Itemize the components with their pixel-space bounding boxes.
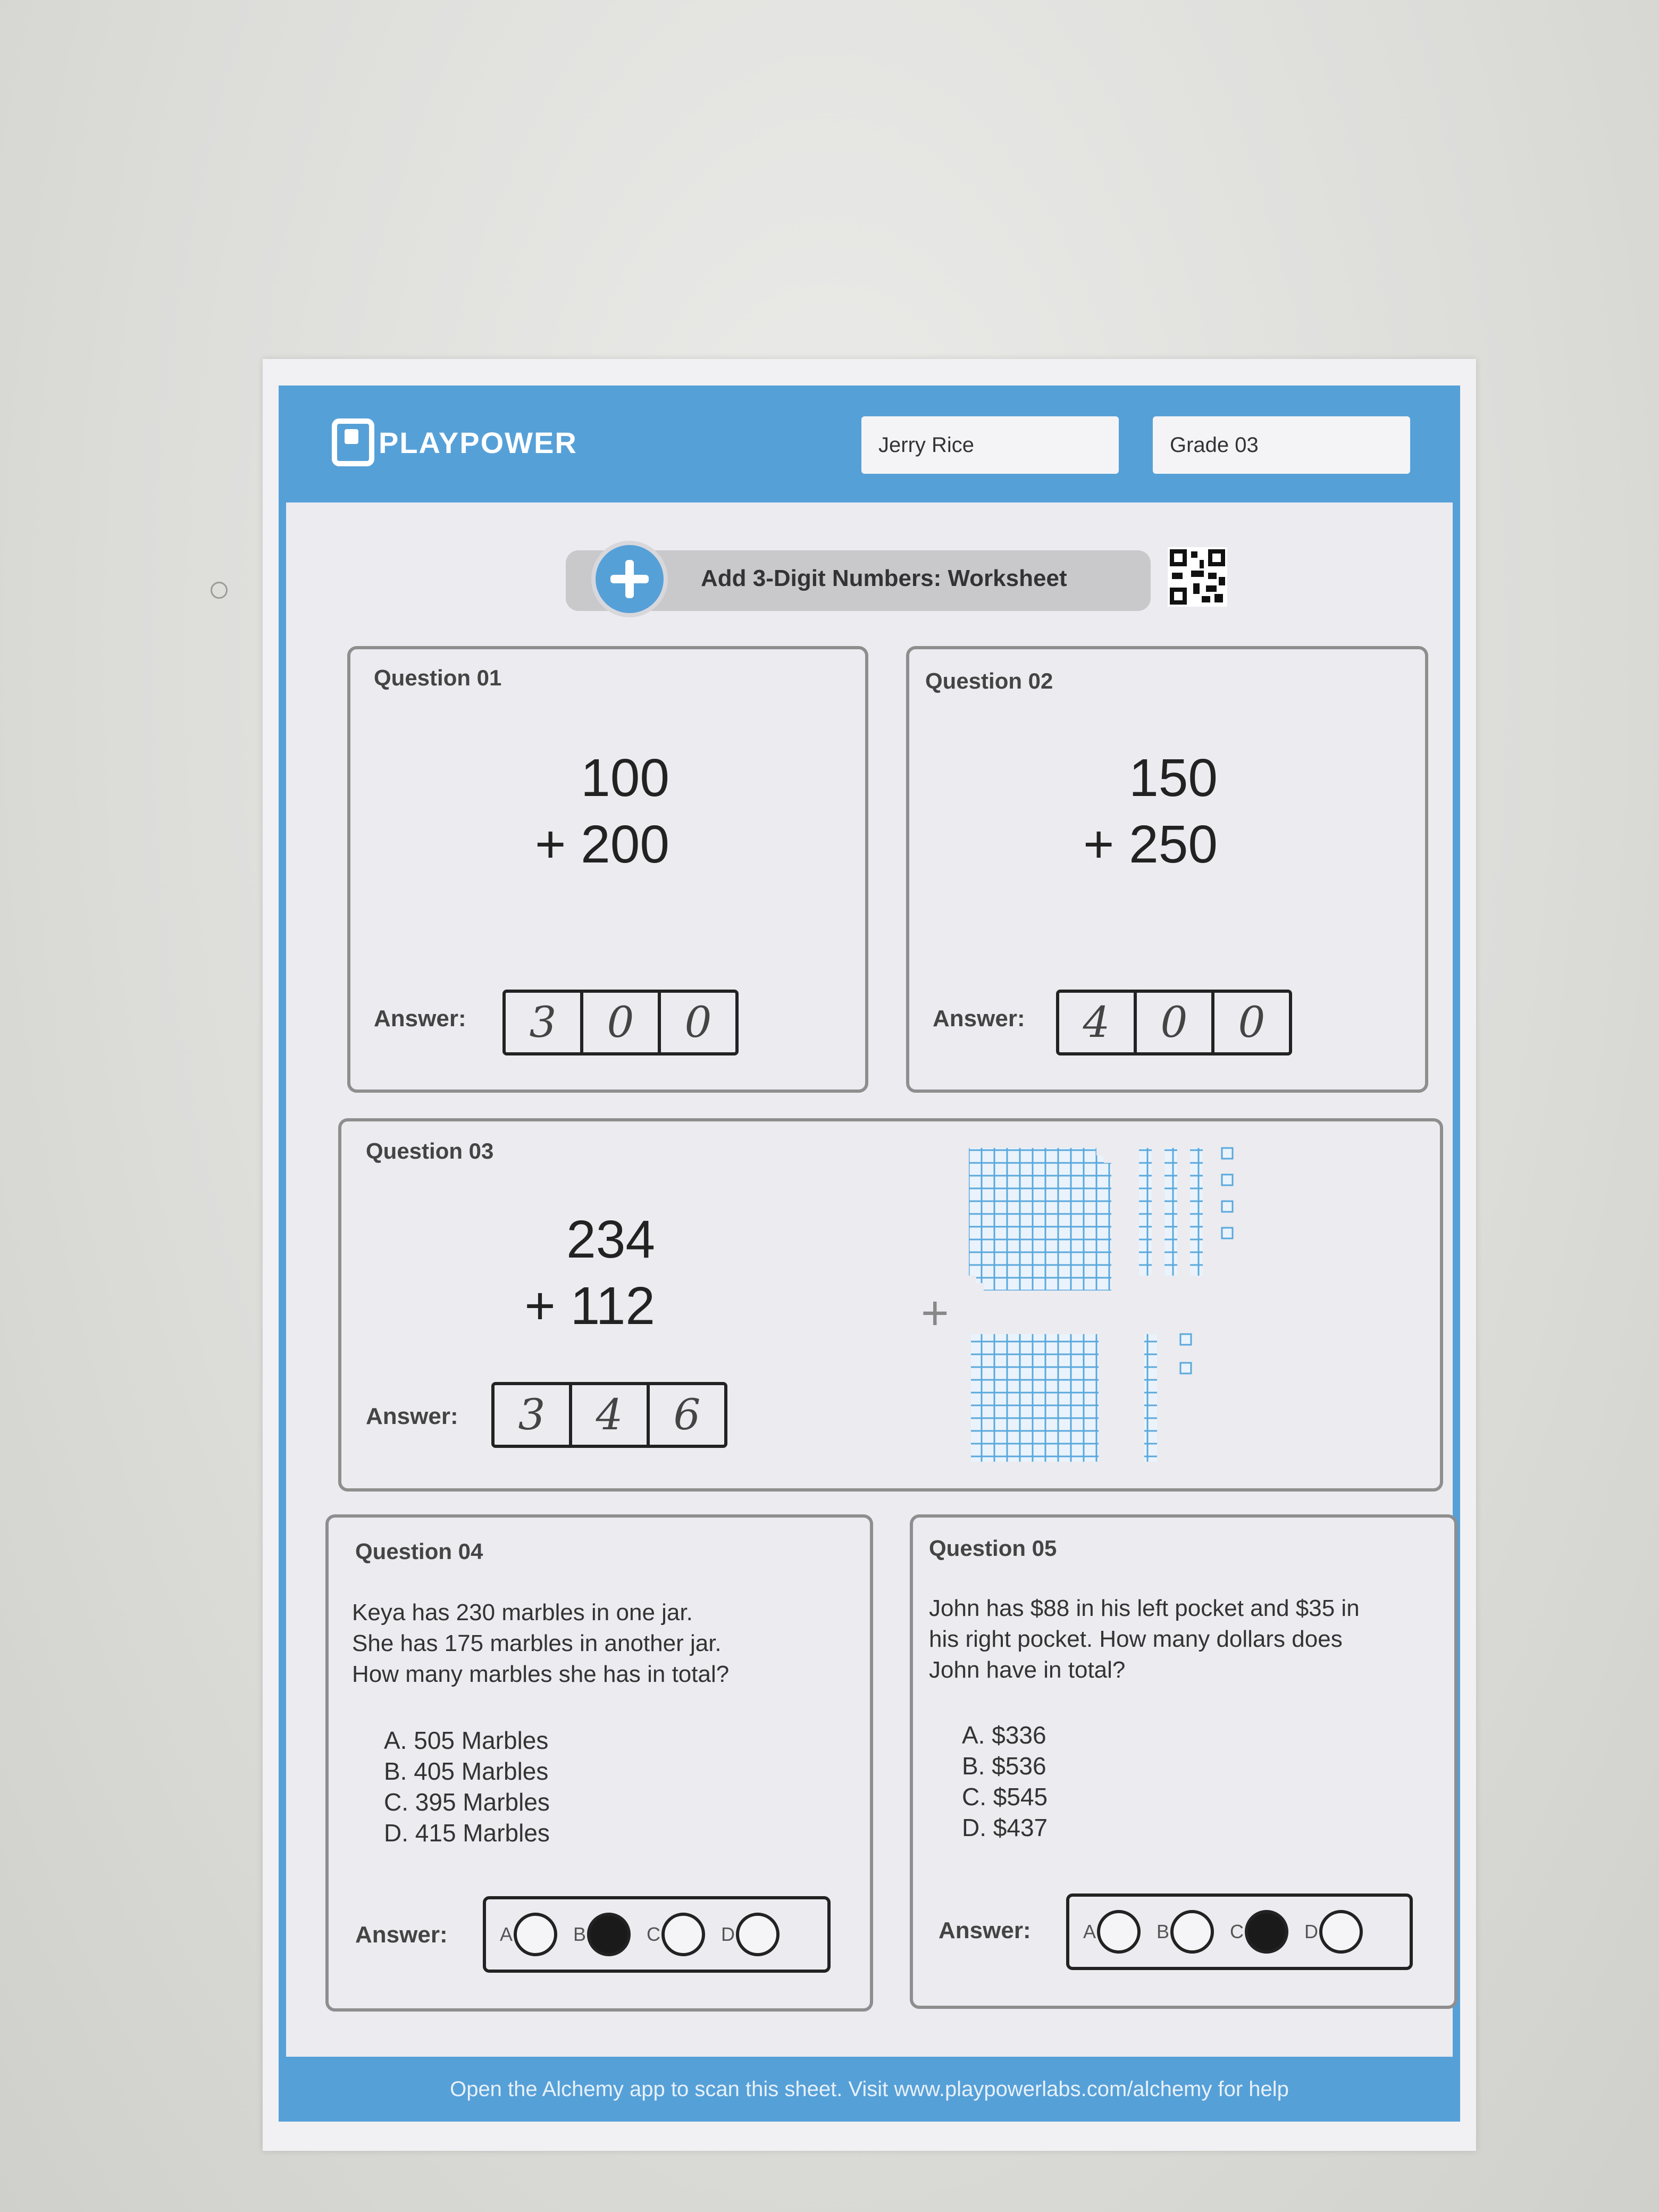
one-unit [1179,1362,1192,1375]
base-ten-blocks-illustration [969,1147,1234,1462]
worksheet-title: Add 3-Digit Numbers: Worksheet [701,565,1067,591]
answer-digit[interactable]: 4 [1059,993,1137,1052]
option-b: B. 405 Marbles [384,1757,549,1785]
option-c: C. 395 Marbles [384,1788,550,1816]
prompt-line: John has $88 in his left pocket and $35 … [929,1595,1360,1621]
option-c: C. $545 [962,1783,1048,1811]
bubble-circle[interactable] [661,1913,706,1956]
logo: PLAYPOWER [332,418,577,466]
question-05-prompt: John has $88 in his left pocket and $35 … [929,1593,1360,1686]
question-05-options: A. $336 B. $536 C. $545 D. $437 [962,1720,1048,1843]
question-04-answer-bubbles[interactable]: A B C D [483,1896,831,1973]
ten-rod [1164,1148,1177,1276]
bubble-a[interactable]: A [500,1913,558,1956]
hundred-flat [971,1334,1099,1462]
bubble-circle[interactable] [736,1913,780,1956]
answer-digit[interactable]: 3 [506,993,583,1052]
logo-text: PLAYPOWER [379,425,577,459]
question-02-box: Question 02 150 + 250 Answer: 4 0 0 [906,646,1428,1093]
question-03-box: Question 03 234 + 112 Answer: 3 4 6 + [338,1118,1443,1492]
question-02-label: Question 02 [925,668,1053,693]
grade-field[interactable]: Grade 03 [1153,416,1410,474]
question-01-box: Question 01 100 + 200 Answer: 3 0 0 [347,646,868,1093]
question-03-answer-boxes[interactable]: 3 4 6 [491,1382,727,1448]
question-05-answer-label: Answer: [939,1917,1031,1943]
qr-code-icon [1168,547,1227,607]
answer-digit[interactable]: 0 [1214,993,1289,1052]
question-05-box: Question 05 John has $88 in his left poc… [910,1514,1457,2009]
bubble-d[interactable]: D [721,1913,780,1956]
bubble-b[interactable]: B [573,1913,631,1956]
bubble-c[interactable]: C [1230,1910,1289,1954]
question-02-bottom-number: + 250 [1083,815,1218,874]
header-bar: PLAYPOWER Jerry Rice Grade 03 [286,386,1453,502]
question-03-bottom-number: + 112 [524,1276,655,1336]
option-d: D. $437 [962,1814,1048,1841]
question-04-label: Question 04 [355,1539,483,1564]
bubble-c[interactable]: C [647,1913,706,1956]
question-01-answer-boxes[interactable]: 3 0 0 [502,990,739,1055]
question-02-answer-boxes[interactable]: 4 0 0 [1056,990,1292,1055]
one-unit [1221,1174,1234,1186]
answer-digit[interactable]: 0 [583,993,661,1052]
question-01-answer-label: Answer: [374,1006,466,1032]
bubble-b[interactable]: B [1157,1910,1214,1954]
question-04-box: Question 04 Keya has 230 marbles in one … [325,1514,873,2012]
question-03-label: Question 03 [366,1138,494,1163]
ten-rod [1139,1148,1152,1276]
answer-digit[interactable]: 6 [650,1385,724,1445]
bubble-circle-filled[interactable] [1245,1910,1289,1954]
prompt-line: John have in total? [929,1657,1126,1683]
bubble-a[interactable]: A [1083,1910,1141,1954]
one-unit [1179,1333,1192,1346]
option-d: D. 415 Marbles [384,1819,550,1847]
question-04-prompt: Keya has 230 marbles in one jar. She has… [352,1597,729,1690]
plus-icon [591,541,668,617]
question-01-label: Question 01 [374,665,502,690]
one-unit [1221,1227,1234,1239]
one-unit [1221,1147,1234,1160]
option-a: A. 505 Marbles [384,1727,549,1754]
worksheet-paper: PLAYPOWER Jerry Rice Grade 03 Add 3-Digi… [263,359,1476,2151]
question-01-top-number: 100 [581,748,669,808]
prompt-line: She has 175 marbles in another jar. [352,1630,722,1656]
question-02-top-number: 150 [1129,748,1218,808]
playpower-logo-icon [332,418,374,466]
question-05-label: Question 05 [929,1536,1057,1561]
option-a: A. $336 [962,1721,1046,1749]
question-02-answer-label: Answer: [933,1006,1025,1032]
bubble-circle[interactable] [1170,1910,1214,1954]
hundred-flat [984,1163,1111,1291]
bubble-circle[interactable] [1097,1910,1141,1954]
footer-bar: Open the Alchemy app to scan this sheet.… [286,2057,1453,2122]
one-unit [1221,1200,1234,1213]
option-b: B. $536 [962,1752,1046,1780]
question-04-answer-label: Answer: [355,1922,448,1948]
worksheet-sheet: PLAYPOWER Jerry Rice Grade 03 Add 3-Digi… [279,386,1460,2122]
ten-rod [1144,1334,1157,1462]
question-01-bottom-number: + 200 [534,815,669,874]
prompt-line: his right pocket. How many dollars does [929,1626,1343,1652]
student-name-field[interactable]: Jerry Rice [861,416,1119,474]
bubble-circle[interactable] [514,1913,558,1956]
question-03-answer-label: Answer: [366,1403,458,1429]
answer-digit[interactable]: 3 [495,1385,572,1445]
question-05-answer-bubbles[interactable]: A B C D [1066,1893,1413,1970]
answer-digit[interactable]: 0 [661,993,735,1052]
question-03-top-number: 234 [566,1210,655,1269]
prompt-line: Keya has 230 marbles in one jar. [352,1599,693,1626]
blocks-plus-sign: + [921,1287,949,1340]
bubble-d[interactable]: D [1304,1910,1363,1954]
answer-digit[interactable]: 4 [572,1385,650,1445]
answer-digit[interactable]: 0 [1137,993,1214,1052]
ten-rod [1190,1148,1203,1276]
prompt-line: How many marbles she has in total? [352,1661,730,1687]
punch-hole [211,582,228,599]
question-04-options: A. 505 Marbles B. 405 Marbles C. 395 Mar… [384,1725,550,1848]
bubble-circle-filled[interactable] [587,1913,631,1956]
bubble-circle[interactable] [1319,1910,1363,1954]
